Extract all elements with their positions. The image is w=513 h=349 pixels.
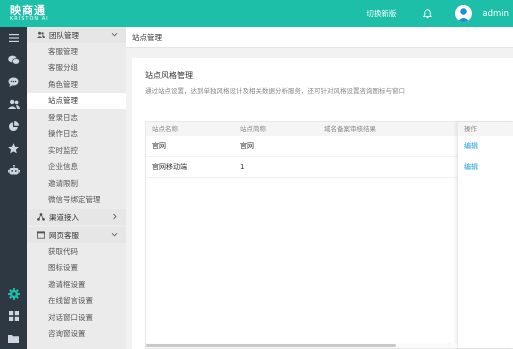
table-row: 官网移动端 1	[146, 157, 457, 178]
team-icon	[37, 31, 45, 39]
edit-link[interactable]: 编辑	[464, 136, 478, 157]
column-header-audit-result: 域名备案审核结果	[324, 125, 376, 133]
nav-item-message-settings[interactable]: 在线留言设置	[27, 293, 126, 310]
folder-icon[interactable]	[0, 327, 27, 349]
cell-short-name: 1	[240, 163, 245, 171]
nav-item-agent-management[interactable]: 客服管理	[27, 43, 126, 60]
users-icon[interactable]	[0, 93, 27, 115]
logo-sub: KRISTON AI	[10, 15, 49, 22]
logo-main: 映商通	[10, 3, 46, 17]
edit-link[interactable]: 编辑	[464, 157, 478, 178]
cell-site-name: 官网移动端	[152, 163, 187, 171]
table-header: 站点名称 站点简称 域名备案审核结果	[146, 122, 457, 136]
nav-item-invite-box-settings[interactable]: 邀请框设置	[27, 276, 126, 293]
action-column: 操作 编辑 编辑	[457, 122, 513, 348]
nav-item-invite-limit[interactable]: 邀请限制	[27, 175, 126, 192]
menu-icon[interactable]	[0, 27, 27, 49]
nav-item-company-info[interactable]: 企业信息	[27, 159, 126, 176]
chevron-down-icon	[111, 231, 118, 240]
browser-icon	[37, 231, 45, 239]
column-header-action: 操作	[458, 122, 513, 136]
gear-icon[interactable]	[0, 283, 27, 305]
nav-group-team[interactable]: 团队管理	[27, 27, 126, 43]
table-row: 官网 官网	[146, 136, 457, 157]
panel-description: 通过站点设置，达到单独风格设计及相关数据分析服务，还可针对风格设置咨询图标与窗口	[145, 87, 405, 95]
chevron-down-icon	[111, 31, 118, 40]
icon-rail	[0, 27, 27, 349]
column-header-site-name: 站点名称	[152, 125, 178, 133]
nav-group-label: 团队管理	[49, 30, 79, 40]
nav-group-channels[interactable]: 渠道接入	[27, 209, 126, 225]
chat-icon[interactable]	[0, 71, 27, 93]
column-header-short-name: 站点简称	[240, 125, 266, 133]
share-icon	[37, 213, 45, 221]
nav-item-get-code[interactable]: 获取代码	[27, 243, 126, 260]
nav-group-label: 渠道接入	[49, 212, 79, 222]
star-icon[interactable]	[0, 137, 27, 159]
nav-item-role-management[interactable]: 角色管理	[27, 76, 126, 93]
top-bar: 映商通 KRISTON AI 切换新版 admin	[0, 0, 513, 27]
main-panel: 站点风格管理 通过站点设置，达到单独风格设计及相关数据分析服务，还可针对风格设置…	[132, 58, 513, 349]
nav-item-login-log[interactable]: 登录日志	[27, 109, 126, 126]
page-title: 站点管理	[132, 32, 162, 42]
chevron-right-icon	[111, 213, 118, 222]
nav-item-wechat-binding[interactable]: 微信号绑定管理	[27, 192, 126, 209]
wechat-icon[interactable]	[0, 49, 27, 71]
nav-item-operation-log[interactable]: 操作日志	[27, 126, 126, 143]
nav-item-agent-groups[interactable]: 客服分组	[27, 60, 126, 77]
sub-sidebar: 团队管理 客服管理 客服分组 角色管理 站点管理 登录日志 操作日志 实时监控 …	[27, 27, 126, 349]
nav-item-chat-window-settings[interactable]: 对话窗口设置	[27, 309, 126, 326]
nav-item-icon-settings[interactable]: 图标设置	[27, 260, 126, 277]
breadcrumb: 站点管理	[126, 27, 513, 48]
logo: 映商通 KRISTON AI	[0, 0, 100, 27]
robot-icon[interactable]	[0, 159, 27, 181]
horizontal-scrollbar[interactable]	[146, 343, 457, 348]
pie-chart-icon[interactable]	[0, 115, 27, 137]
nav-group-web-service[interactable]: 网页客服	[27, 227, 126, 243]
user-name[interactable]: admin	[482, 9, 509, 19]
scrollbar-thumb[interactable]	[146, 344, 396, 347]
grid-icon[interactable]	[0, 305, 27, 327]
nav-item-site-management[interactable]: 站点管理	[27, 92, 126, 109]
nav-item-consult-window-settings[interactable]: 咨询窗设置	[27, 326, 126, 343]
nav-item-realtime-monitor[interactable]: 实时监控	[27, 142, 126, 159]
bell-icon[interactable]	[422, 8, 432, 19]
switch-version-link[interactable]: 切换新版	[366, 8, 396, 19]
nav-group-label: 网页客服	[49, 230, 79, 240]
panel-title: 站点风格管理	[145, 71, 193, 80]
cell-site-name: 官网	[152, 142, 166, 150]
cell-short-name: 官网	[240, 142, 254, 150]
site-table: 站点名称 站点简称 域名备案审核结果 官网 官网 官网移动端 1 操作 编辑 编…	[145, 121, 513, 349]
avatar[interactable]	[455, 5, 473, 22]
